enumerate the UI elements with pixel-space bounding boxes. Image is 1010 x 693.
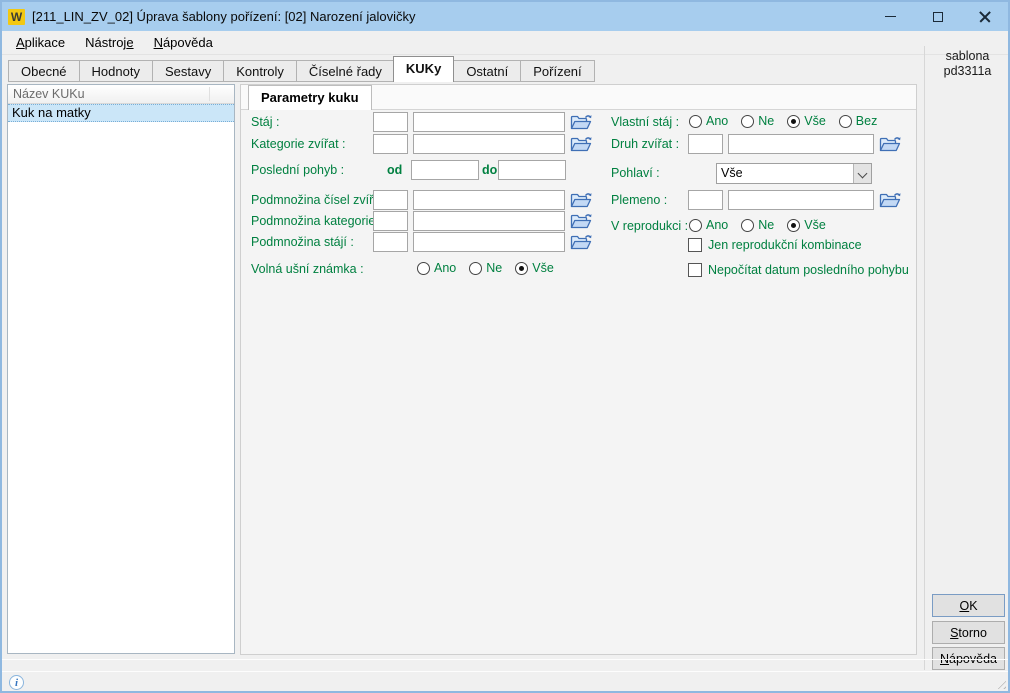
druh-zvirat-folder-icon[interactable] <box>879 133 902 154</box>
radio-vlastni-bez[interactable]: Bez <box>839 114 878 128</box>
app-window: W [211_LIN_ZV_02] Úprava šablony pořízen… <box>0 0 1010 693</box>
radio-checked-icon <box>787 219 800 232</box>
separator-line <box>2 671 1008 672</box>
status-bar <box>2 673 1008 691</box>
tab-ostatni[interactable]: Ostatní <box>453 60 520 82</box>
radio-reprodukce-ano[interactable]: Ano <box>689 218 728 232</box>
tab-hodnoty[interactable]: Hodnoty <box>79 60 152 82</box>
menu-bar: Aplikace Nástroje Nápověda <box>2 31 1008 55</box>
close-icon <box>979 11 991 23</box>
minimize-button[interactable] <box>867 2 914 31</box>
main-tab-strip: Obecné Hodnoty Sestavy Kontroly Číselné … <box>8 58 595 82</box>
radio-icon <box>741 219 754 232</box>
radio-reprodukce-ne[interactable]: Ne <box>741 218 774 232</box>
plemeno-name-input[interactable] <box>728 190 874 210</box>
template-name-line1: sablona <box>927 49 1008 64</box>
window-title: [211_LIN_ZV_02] Úprava šablony pořízení:… <box>32 9 415 24</box>
info-icon[interactable]: i <box>9 675 24 690</box>
radio-vlastni-ano[interactable]: Ano <box>689 114 728 128</box>
parameters-panel: Parametry kuku Stáj : Kategorie zvířat :… <box>240 84 917 655</box>
radio-checked-icon <box>787 115 800 128</box>
template-name-line2: pd3311a <box>927 64 1008 79</box>
plemeno-folder-icon[interactable] <box>879 189 902 210</box>
druh-zvirat-label: Druh zvířat : <box>611 137 679 151</box>
tab-ciselne-rady[interactable]: Číselné řady <box>296 60 394 82</box>
plemeno-label: Plemeno : <box>611 193 667 207</box>
checkbox-jen-reprodukcni[interactable]: Jen reprodukční kombinace <box>688 238 862 252</box>
druh-zvirat-code-input[interactable] <box>688 134 723 154</box>
maximize-button[interactable] <box>914 2 961 31</box>
template-name: sablona pd3311a <box>927 49 1008 79</box>
tab-obecne[interactable]: Obecné <box>8 60 79 82</box>
storno-button[interactable]: Storno <box>932 621 1005 644</box>
kuk-list-header[interactable]: Název KUKu <box>8 85 234 104</box>
tab-sestavy[interactable]: Sestavy <box>152 60 223 82</box>
inner-tab-strip: Parametry kuku <box>241 85 916 110</box>
tab-parametry-kuku[interactable]: Parametry kuku <box>248 85 372 110</box>
radio-icon <box>689 115 702 128</box>
kuk-list-panel: Název KUKu Kuk na matky <box>7 84 235 654</box>
radio-vlastni-vse[interactable]: Vše <box>787 114 826 128</box>
radio-icon <box>689 219 702 232</box>
checkbox-icon <box>688 263 702 277</box>
tab-porizeni[interactable]: Pořízení <box>520 60 594 82</box>
pohlavi-value: Vše <box>717 164 853 183</box>
pohlavi-label: Pohlaví : <box>611 166 660 180</box>
title-bar[interactable]: W [211_LIN_ZV_02] Úprava šablony pořízen… <box>2 2 1008 31</box>
checkbox-nepocitat-datum[interactable]: Nepočítat datum posledního pohybu <box>688 263 909 277</box>
row-vlastni-staj: Vlastní stáj : Ano Ne Vše Bez <box>241 112 916 133</box>
v-reprodukci-label: V reprodukci : <box>611 219 688 233</box>
menu-aplikace[interactable]: Aplikace <box>6 32 75 53</box>
tab-kuky[interactable]: KUKy <box>393 56 454 82</box>
v-reprodukci-radiogroup: Ano Ne Vše <box>689 218 826 232</box>
row-plemeno: Plemeno : <box>241 190 916 211</box>
pohlavi-dropdown[interactable]: Vše <box>716 163 872 184</box>
druh-zvirat-name-input[interactable] <box>728 134 874 154</box>
sidebar-divider <box>924 46 925 670</box>
maximize-icon <box>933 12 943 22</box>
app-logo-icon: W <box>8 9 25 25</box>
close-button[interactable] <box>961 2 1008 31</box>
row-nepocitat-datum: Nepočítat datum posledního pohybu <box>241 262 916 283</box>
radio-icon <box>741 115 754 128</box>
radio-reprodukce-vse[interactable]: Vše <box>787 218 826 232</box>
row-druh-zvirat: Druh zvířat : <box>241 134 916 155</box>
plemeno-code-input[interactable] <box>688 190 723 210</box>
menu-nastroje[interactable]: Nástroje <box>75 32 143 53</box>
kuk-list-item-selected[interactable]: Kuk na matky <box>8 104 234 122</box>
row-jen-reprodukcni: Jen reprodukční kombinace <box>241 237 916 258</box>
separator-line <box>2 659 1008 660</box>
chevron-down-icon[interactable] <box>853 164 871 183</box>
checkbox-icon <box>688 238 702 252</box>
tab-kontroly[interactable]: Kontroly <box>223 60 296 82</box>
row-v-reprodukci: V reprodukci : Ano Ne Vše <box>241 216 916 237</box>
vlastni-staj-label: Vlastní stáj : <box>611 115 679 129</box>
minimize-icon <box>885 16 896 17</box>
radio-vlastni-ne[interactable]: Ne <box>741 114 774 128</box>
radio-icon <box>839 115 852 128</box>
row-pohlavi: Pohlaví : Vše <box>241 163 916 184</box>
ok-button[interactable]: OK <box>932 594 1005 617</box>
vlastni-staj-radiogroup: Ano Ne Vše Bez <box>689 114 877 128</box>
menu-napoveda[interactable]: Nápověda <box>144 32 223 53</box>
